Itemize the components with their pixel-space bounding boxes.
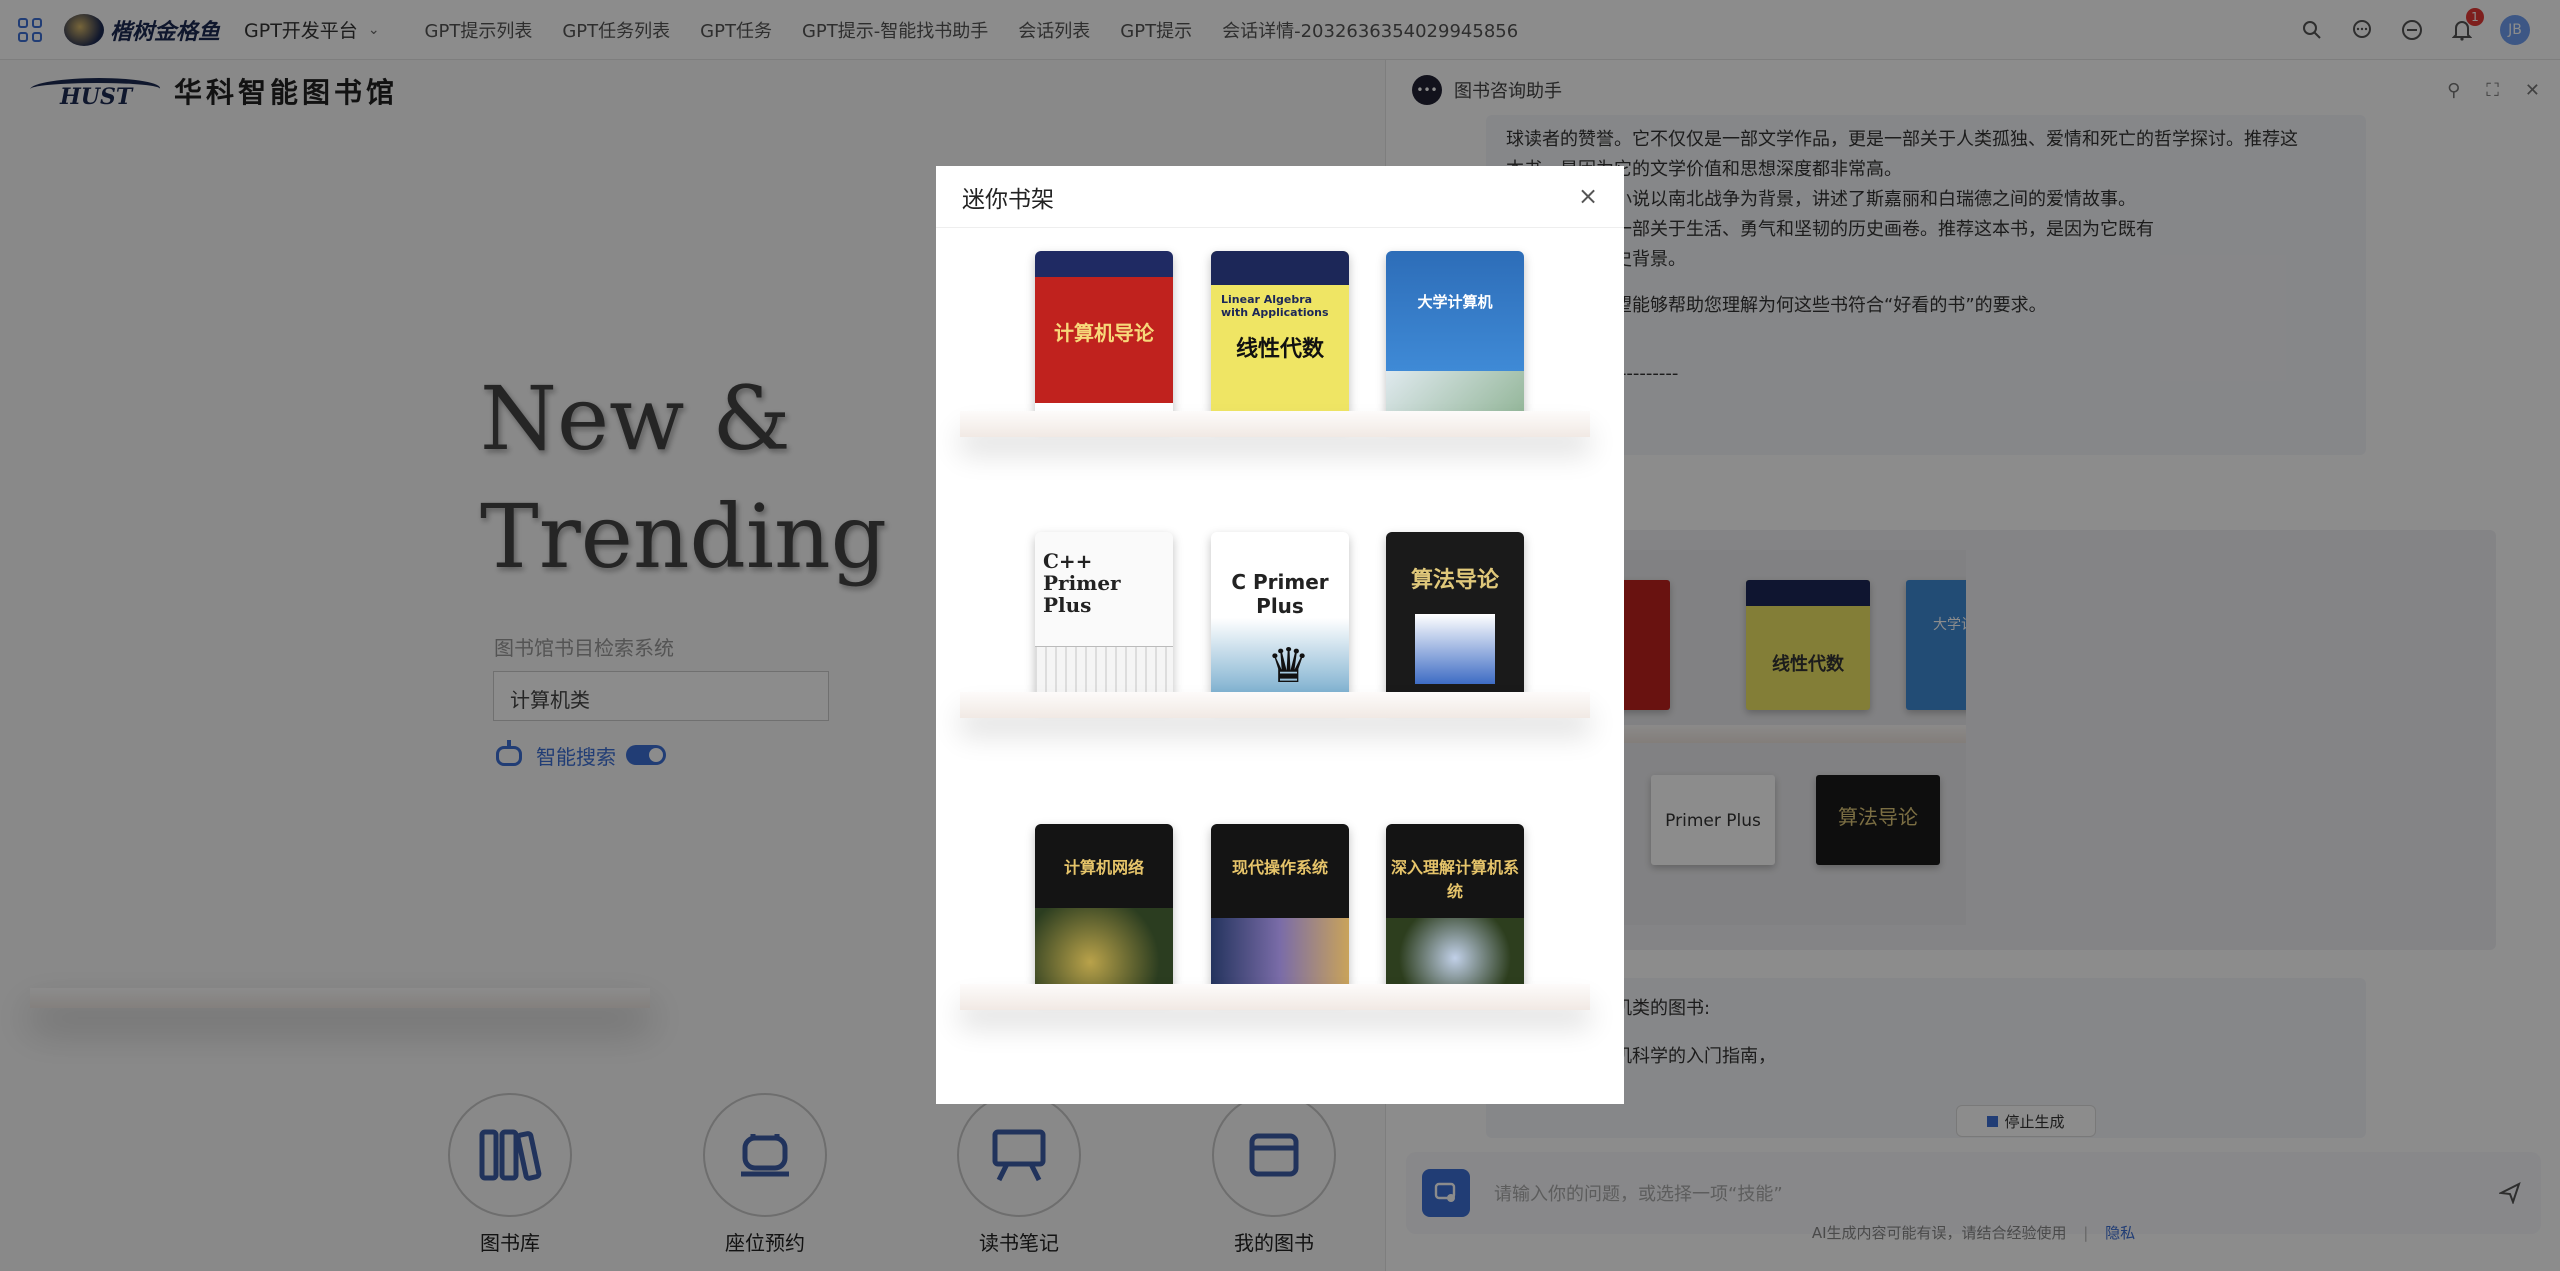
close-icon[interactable]: × [1576, 184, 1600, 208]
book-intro-to-computing[interactable]: 计算机导论 [1035, 251, 1173, 425]
modal-title: 迷你书架 [962, 186, 1054, 213]
book-computer-networking[interactable]: 计算机网络 [1035, 824, 1173, 998]
book-subtitle: Linear Algebra with Applications [1221, 293, 1329, 319]
mini-bookshelf-modal: 迷你书架 × 计算机导论 Linear Algebra with Applica… [936, 166, 1624, 1104]
book-title: 计算机导论 [1035, 277, 1173, 403]
book-introduction-to-algorithms[interactable]: 算法导论 [1386, 532, 1524, 706]
book-cpp-primer-plus[interactable]: C++ Primer Plus [1035, 532, 1173, 706]
modal-header: 迷你书架 [936, 166, 1624, 228]
book-title: 深入理解计算机系统 [1390, 858, 1519, 901]
book-title: C Primer Plus [1231, 570, 1329, 618]
book-c-primer-plus[interactable]: C Primer Plus [1211, 532, 1349, 706]
book-title: 计算机网络 [1063, 858, 1144, 877]
book-title: 算法导论 [1410, 568, 1499, 593]
shelf-board [960, 984, 1590, 1010]
book-modern-operating-systems[interactable]: 现代操作系统 [1211, 824, 1349, 998]
book-csapp[interactable]: 深入理解计算机系统 [1386, 824, 1524, 998]
book-title: 现代操作系统 [1231, 858, 1328, 877]
book-title: 大学计算机 [1386, 251, 1524, 371]
book-linear-algebra[interactable]: Linear Algebra with Applications 线性代数 [1211, 251, 1349, 425]
shelf-board [960, 692, 1590, 718]
shelf-board [960, 411, 1590, 437]
book-college-computing[interactable]: 大学计算机 [1386, 251, 1524, 425]
book-title: 线性代数 [1235, 337, 1324, 362]
book-title: C++ Primer Plus [1043, 549, 1121, 617]
